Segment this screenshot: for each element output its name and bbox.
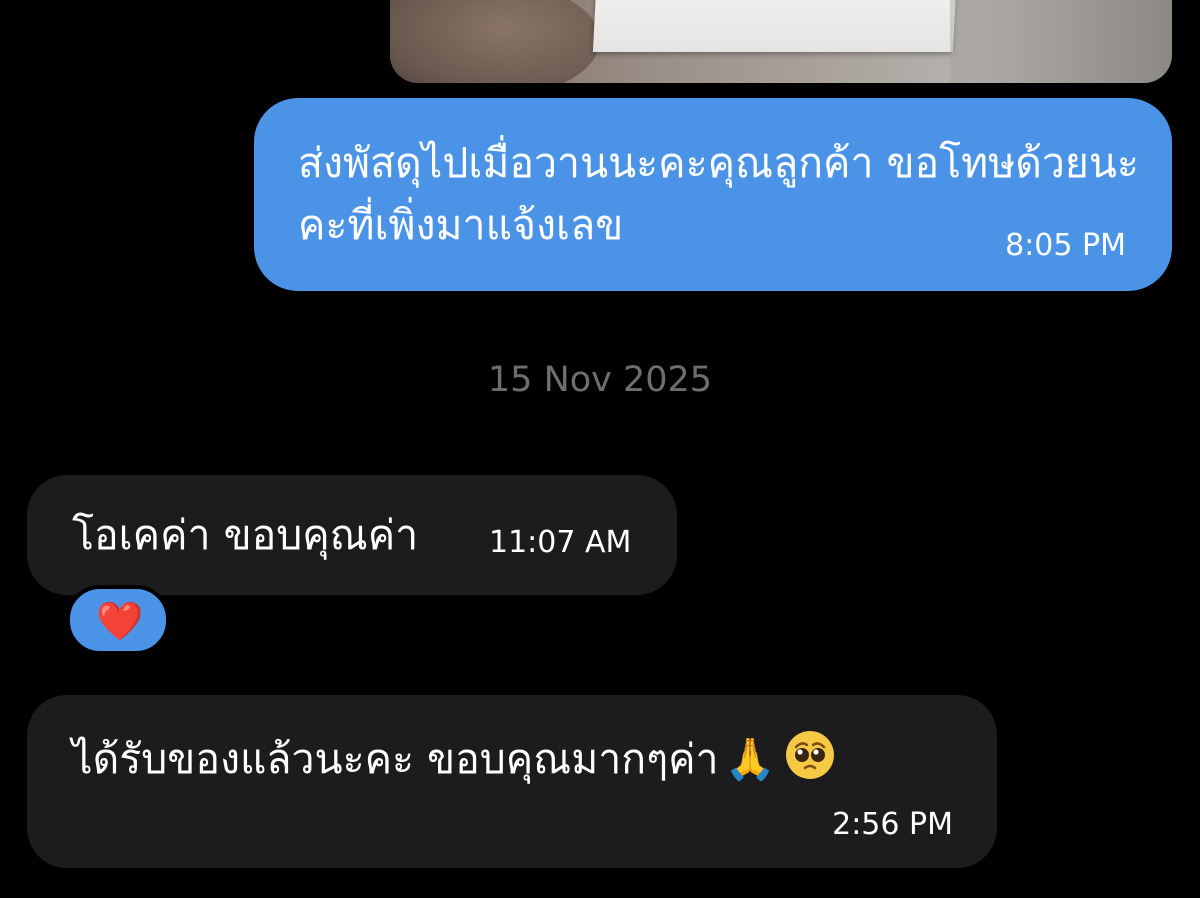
outgoing-message-time: 8:05 PM [1005, 228, 1126, 263]
incoming-message-time: 2:56 PM [832, 807, 953, 842]
date-separator: 15 Nov 2025 [487, 360, 713, 400]
heart-icon: ❤️ [96, 599, 144, 643]
praying-hands-icon: 🙏 [724, 735, 776, 783]
incoming-message-bubble[interactable]: ได้รับของแล้วนะคะ ขอบคุณมากๆค่า 🙏 2:56 PM [27, 695, 997, 868]
incoming-message-text: โอเคค่า ขอบคุณค่า [72, 511, 419, 559]
photo-background [950, 0, 1172, 83]
photo-hand-area [390, 0, 600, 83]
outgoing-message-bubble[interactable]: ส่งพัสดุไปเมื่อวานนะคะคุณลูกค้า ขอโทษด้ว… [254, 98, 1172, 291]
photo-paper-label [592, 0, 958, 52]
incoming-message-time: 11:07 AM [489, 525, 632, 560]
photo-attachment[interactable]: ... [390, 0, 1172, 83]
reaction-badge[interactable]: ❤️ [66, 585, 170, 655]
incoming-message-bubble[interactable]: โอเคค่า ขอบคุณค่า 11:07 AM [27, 475, 677, 595]
incoming-message-text: ได้รับของแล้วนะคะ ขอบคุณมากๆค่า 🙏 [72, 727, 836, 792]
pleading-face-icon [784, 729, 836, 781]
incoming-message-text-body: ได้รับของแล้วนะคะ ขอบคุณมากๆค่า [72, 735, 719, 783]
